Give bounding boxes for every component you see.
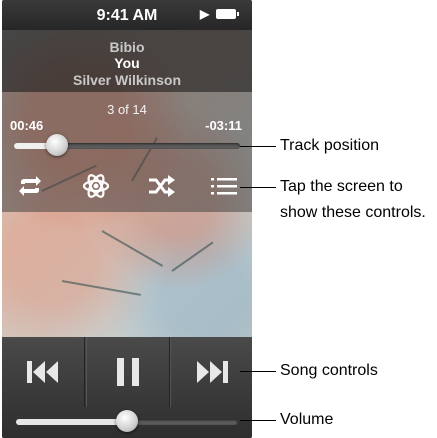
- callout-volume: Volume: [280, 411, 334, 428]
- track-counter: 3 of 14: [107, 102, 147, 117]
- battery-icon: [216, 9, 239, 19]
- play-indicator-icon: ▶: [200, 7, 210, 21]
- status-bar: 9:41 AM ▶: [2, 0, 252, 30]
- callout-tap-line2: show these controls.: [280, 204, 426, 221]
- repeat-icon[interactable]: [10, 168, 50, 204]
- status-time: 9:41 AM: [96, 7, 158, 24]
- previous-track-button[interactable]: [2, 337, 85, 407]
- album-name: Silver Wilkinson: [72, 72, 181, 88]
- callout-line-song-controls: [240, 371, 276, 372]
- volume-fill: [16, 419, 127, 425]
- track-list-icon[interactable]: [204, 168, 244, 204]
- artist-name: Bibio: [109, 39, 145, 55]
- callout-song-controls: Song controls: [280, 362, 378, 379]
- song-title: You: [114, 55, 140, 71]
- next-track-button[interactable]: [170, 337, 252, 407]
- shuffle-icon[interactable]: [142, 168, 182, 204]
- remaining-time: -03:11: [205, 118, 242, 133]
- callout-line-volume: [240, 420, 276, 421]
- callout-track-position: Track position: [280, 137, 379, 154]
- track-info: Bibio You Silver Wilkinson: [2, 30, 252, 92]
- ipod-screen: 9:41 AM ▶ Bibio You Silver Wilkinson 3 o…: [2, 0, 252, 438]
- overlay-control-row: [2, 168, 252, 204]
- callout-line-track-position: [240, 146, 276, 147]
- callout-tap-line1: Tap the screen to: [280, 178, 403, 195]
- volume-knob[interactable]: [116, 410, 138, 432]
- callout-line-tap-screen: [240, 187, 276, 188]
- song-controls: [2, 337, 252, 438]
- playback-controls-overlay: 3 of 14 00:46 -03:11: [2, 92, 252, 212]
- elapsed-time: 00:46: [10, 118, 44, 133]
- pause-icon: [117, 358, 139, 386]
- pause-button[interactable]: [86, 337, 170, 407]
- next-icon: [197, 361, 228, 383]
- scrubber-knob[interactable]: [45, 134, 68, 156]
- genius-icon[interactable]: [76, 168, 116, 204]
- previous-icon: [27, 361, 58, 383]
